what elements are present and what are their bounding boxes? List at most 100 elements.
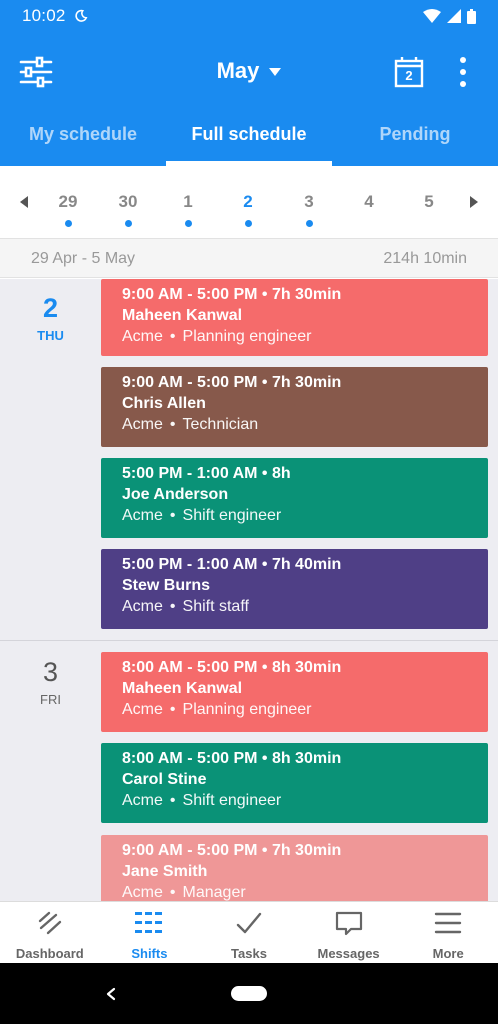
shift-time: 9:00 AM - 5:00 PM • 7h 30min [122,374,342,391]
home-pill[interactable] [231,986,267,1001]
date-number: 1 [183,192,193,211]
shift-card[interactable]: 9:00 AM - 5:00 PM • 7h 30min Jane Smith … [101,835,488,901]
day-number: 3 [42,657,59,687]
date-item-4[interactable]: 4 [349,192,389,212]
system-navigation-bar [0,963,498,1024]
shift-meta: Acme • Planning engineer [122,328,312,345]
tab-pending[interactable]: Pending [332,112,498,166]
shifts-icon [135,912,163,933]
date-item-30[interactable]: 30 [108,192,148,227]
shift-meta: Acme • Planning engineer [122,701,312,718]
shift-employee: Maheen Kanwal [122,680,243,697]
shift-time: 8:00 AM - 5:00 PM • 8h 30min [122,659,342,676]
schedule-list[interactable]: 2 THU 9:00 AM - 5:00 PM • 7h 30min Mahee… [0,279,498,901]
shift-time: 5:00 PM - 1:00 AM • 7h 40min [122,556,342,573]
day-group-thu: 2 THU 9:00 AM - 5:00 PM • 7h 30min Mahee… [0,279,498,641]
nav-messages[interactable]: Messages [299,902,399,963]
shift-company: Acme [122,416,163,433]
do-not-disturb-icon [74,9,87,22]
shift-employee: Maheen Kanwal [122,307,243,324]
shift-company: Acme [122,598,163,615]
shift-role: Planning engineer [182,701,312,718]
back-icon[interactable] [104,987,118,1001]
shift-company: Acme [122,701,163,718]
nav-label: Dashboard [15,946,84,961]
nav-label: Tasks [231,946,267,961]
shift-indicator-dot [184,220,192,227]
chevron-left-icon[interactable] [20,196,28,208]
shift-card[interactable]: 5:00 PM - 1:00 AM • 7h 40min Stew Burns … [101,549,488,629]
shift-employee: Jane Smith [122,863,208,880]
day-group-fri: 3 FRI 8:00 AM - 5:00 PM • 8h 30min Mahee… [0,641,498,901]
shift-company: Acme [122,792,163,809]
shift-role: Shift staff [182,598,249,615]
shift-indicator-dot [124,220,132,227]
nav-dashboard[interactable]: Dashboard [0,902,100,963]
message-icon [335,911,362,936]
shift-role: Shift engineer [182,507,282,524]
shift-company: Acme [122,884,163,901]
date-number: 29 [58,192,78,211]
shift-employee: Joe Anderson [122,486,229,503]
battery-icon [467,8,476,24]
shift-card[interactable]: 9:00 AM - 5:00 PM • 7h 30min Chris Allen… [101,367,488,447]
date-number: 3 [304,192,314,211]
more-vert-icon[interactable] [454,54,472,90]
shift-card[interactable]: 8:00 AM - 5:00 PM • 8h 30min Maheen Kanw… [101,652,488,732]
nav-more[interactable]: More [398,902,498,963]
date-item-1[interactable]: 1 [168,192,208,227]
page-title: May [216,58,260,83]
shift-role: Technician [182,416,259,433]
nav-tasks[interactable]: Tasks [199,902,299,963]
shift-role: Planning engineer [182,328,312,345]
total-hours: 214h 10min [383,250,467,267]
status-time: 10:02 [22,6,66,25]
shift-company: Acme [122,507,163,524]
shift-indicator-dot [305,220,313,227]
date-number: 4 [364,192,374,211]
shift-time: 9:00 AM - 5:00 PM • 7h 30min [122,286,342,303]
shift-time: 5:00 PM - 1:00 AM • 8h [122,465,291,482]
date-number: 5 [424,192,434,211]
shift-card[interactable]: 5:00 PM - 1:00 AM • 8h Joe Anderson Acme… [101,458,488,538]
date-number: 30 [118,192,138,211]
tab-my-schedule[interactable]: My schedule [0,112,166,166]
calendar-day-number: 2 [405,68,413,83]
day-name: THU [37,328,64,343]
calendar-today-button[interactable]: 2 [394,56,424,88]
date-number: 2 [243,192,253,211]
shift-indicator-dot [244,220,252,227]
date-range-label: 29 Apr - 5 May [31,250,136,267]
wifi-icon [423,9,441,23]
shift-indicator-dot [64,220,72,227]
day-label: 3 FRI [0,657,101,708]
shift-time: 8:00 AM - 5:00 PM • 8h 30min [122,750,342,767]
shift-meta: Acme • Shift engineer [122,792,282,809]
shift-meta: Acme • Shift staff [122,598,249,615]
tab-full-schedule[interactable]: Full schedule [166,112,332,166]
shift-card[interactable]: 8:00 AM - 5:00 PM • 8h 30min Carol Stine… [101,743,488,823]
shift-employee: Stew Burns [122,577,211,594]
tab-bar: My schedule Full schedule Pending [0,112,498,166]
shift-meta: Acme • Manager [122,884,246,901]
day-label: 2 THU [0,293,101,344]
day-name: FRI [40,692,61,707]
shift-meta: Acme • Technician [122,416,259,433]
date-item-5[interactable]: 5 [409,192,449,212]
app-bar: May 2 [0,32,498,112]
shift-role: Manager [182,884,246,901]
nav-shifts[interactable]: Shifts [100,902,200,963]
shift-role: Shift engineer [182,792,282,809]
shift-employee: Carol Stine [122,771,207,788]
day-number: 2 [42,293,59,323]
nav-label: Messages [317,946,380,961]
shift-card[interactable]: 9:00 AM - 5:00 PM • 7h 30min Maheen Kanw… [101,279,488,356]
shift-company: Acme [122,328,163,345]
date-item-2[interactable]: 2 [228,192,268,227]
shift-employee: Chris Allen [122,395,206,412]
date-item-3[interactable]: 3 [289,192,329,227]
chevron-right-icon[interactable] [470,196,478,208]
date-item-29[interactable]: 29 [48,192,88,227]
bottom-navigation: Dashboard Shifts Tasks Messages More [0,901,498,963]
status-bar: 10:02 [0,0,498,32]
